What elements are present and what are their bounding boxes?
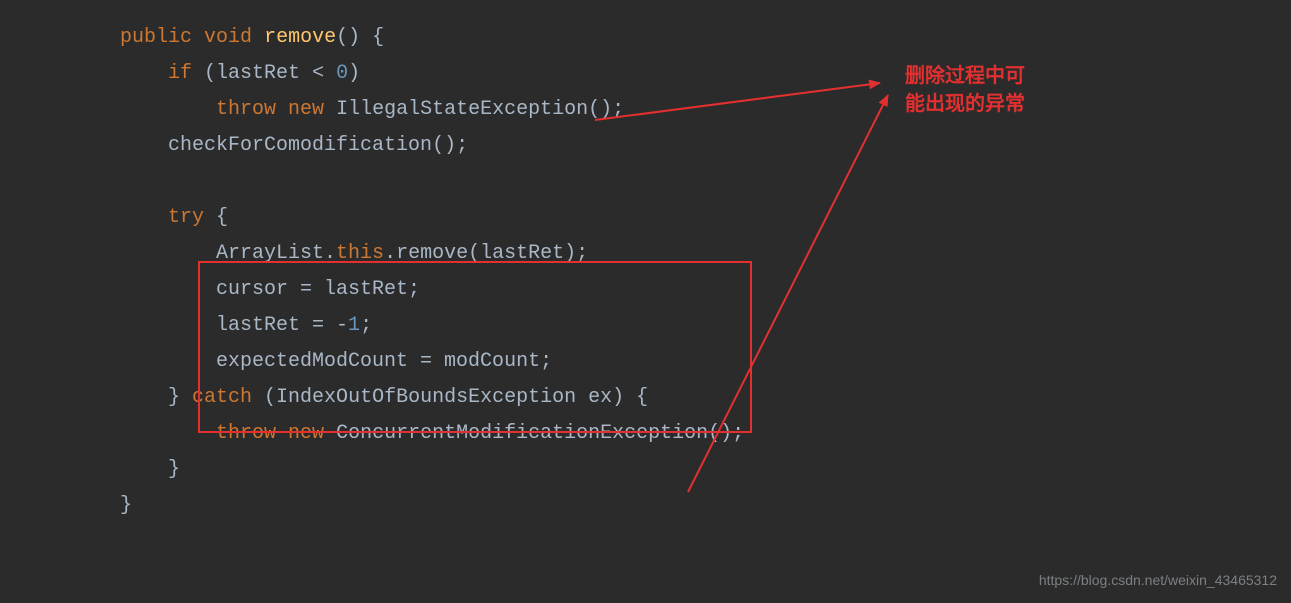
annotation-line2: 能出现的异常	[905, 90, 1025, 118]
keyword-if: if	[168, 62, 192, 85]
code-line: checkForComodification();	[120, 128, 744, 164]
code-line: public void remove() {	[120, 20, 744, 56]
brace: }	[168, 386, 192, 409]
punctuation: ();	[432, 134, 468, 157]
punctuation: ();	[588, 98, 624, 121]
method-name: remove	[264, 26, 336, 49]
brace: }	[120, 494, 132, 517]
code-line: if (lastRet < 0)	[120, 56, 744, 92]
keyword-try: try	[168, 206, 204, 229]
class-name: IllegalStateException	[336, 98, 588, 121]
punctuation: (	[192, 62, 216, 85]
operator: <	[300, 62, 336, 85]
code-line: try {	[120, 200, 744, 236]
keyword-public: public	[120, 26, 192, 49]
code-line: }	[120, 488, 744, 524]
keyword-void: void	[204, 26, 252, 49]
punctuation: )	[348, 62, 360, 85]
code-line: }	[120, 452, 744, 488]
method-call: checkForComodification	[168, 134, 432, 157]
keyword-new: new	[288, 98, 324, 121]
annotation-line1: 删除过程中可	[905, 62, 1025, 90]
brace: }	[168, 458, 180, 481]
keyword-throw: throw	[216, 98, 276, 121]
punctuation: {	[204, 206, 228, 229]
number-literal: 0	[336, 62, 348, 85]
annotation-text: 删除过程中可 能出现的异常	[905, 62, 1025, 118]
watermark: https://blog.csdn.net/weixin_43465312	[1039, 568, 1277, 593]
blank-line	[120, 164, 744, 200]
identifier: lastRet	[216, 62, 300, 85]
punctuation: () {	[336, 26, 384, 49]
code-line: throw new IllegalStateException();	[120, 92, 744, 128]
highlight-box	[198, 261, 752, 433]
